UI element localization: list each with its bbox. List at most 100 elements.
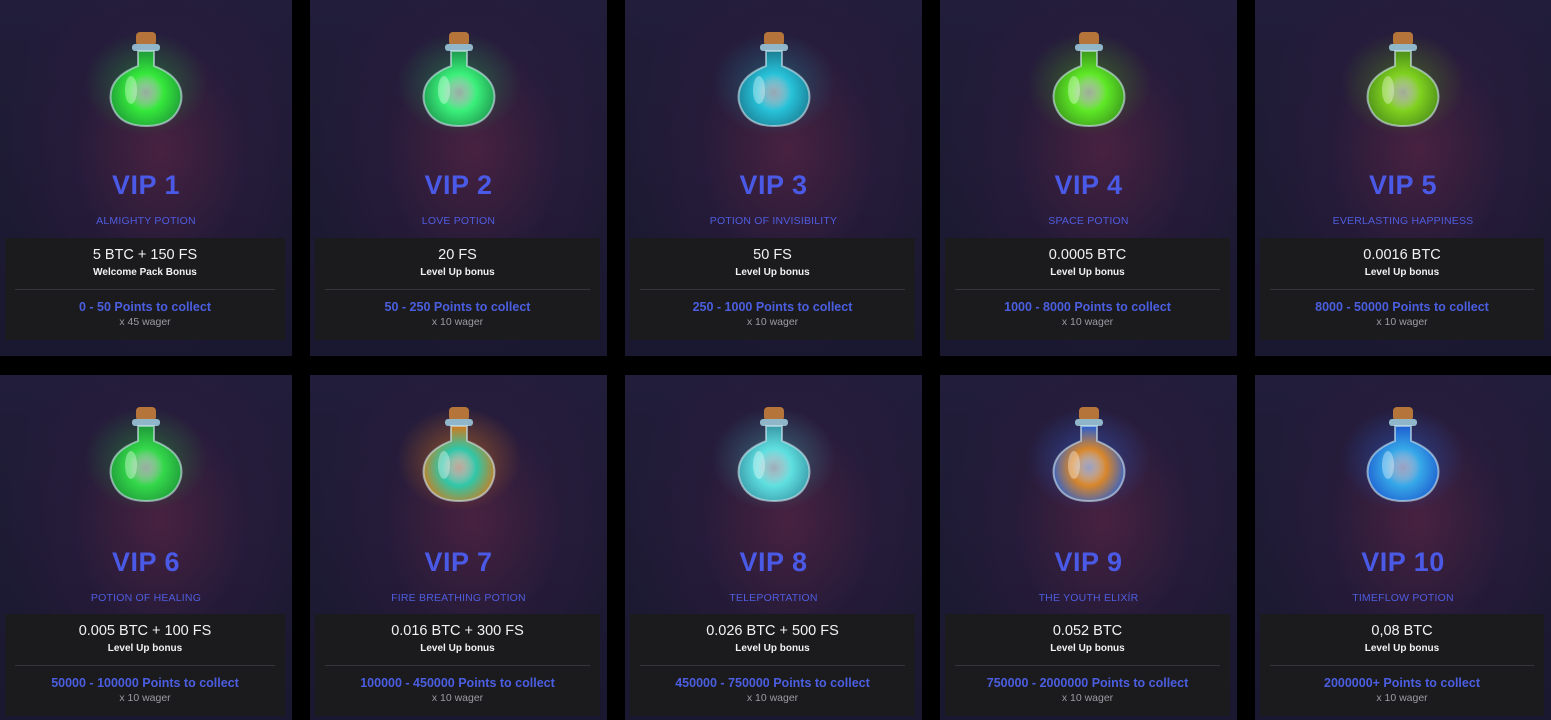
lime-round-potion-icon [1026,32,1151,136]
bonus-amount: 0.026 BTC + 500 FS [706,623,839,639]
lime-round-potion-icon [940,18,1237,138]
bonus-panel: 0.005 BTC + 100 FS Level Up bonus 50000 - … [5,614,285,716]
green-flask-potion-icon [310,18,607,138]
olive-round-potion-icon [1255,18,1551,138]
bonus-type: Level Up bonus [735,267,810,278]
potion-name: POTION OF HEALING [90,592,202,604]
olive-round-potion-icon [1341,32,1465,136]
bonus-amount: 0,08 BTC [1371,623,1433,639]
vip-level-title: VIP 5 [1368,170,1438,200]
points-to-collect: 2000000+ Points to collect [1324,676,1480,690]
bonus-type: Welcome Pack Bonus [93,267,197,278]
divider [640,665,905,666]
vip-level-title: VIP 10 [1361,547,1445,577]
potion-name: FIRE BREATHING POTION [391,592,526,604]
points-to-collect: 50000 - 100000 Points to collect [51,676,239,690]
points-to-collect: 750000 - 2000000 Points to collect [986,676,1189,690]
divider [15,665,275,666]
green-cone-potion-icon [84,407,208,511]
bonus-panel: 0.052 BTC Level Up bonus 750000 - 2000000 … [945,614,1230,716]
vip-card-9[interactable]: VIP 9 THE YOUTH ELIXÍR 0.052 BTC Level Up b… [940,375,1237,720]
divider [1270,289,1534,290]
wager-requirement: x 10 wager [1061,316,1114,328]
points-to-collect: 100000 - 450000 Points to collect [360,676,555,690]
cyan-sack-potion-icon [625,393,922,513]
divider [955,665,1220,666]
blue-golden-potion-icon [1341,407,1465,511]
divider [325,665,590,666]
points-to-collect: 50 - 250 Points to collect [384,300,531,314]
green-cone-potion-icon [0,393,292,513]
bonus-panel: 0,08 BTC Level Up bonus 2000000+ Points to… [1260,614,1544,716]
points-to-collect: 8000 - 50000 Points to collect [1315,300,1489,314]
points-to-collect: 250 - 1000 Points to collect [692,300,853,314]
amber-scroll-potion-icon [940,393,1237,513]
potion-name: TIMEFLOW POTION [1352,592,1454,604]
vip-level-title: VIP 3 [739,170,808,200]
points-to-collect: 1000 - 8000 Points to collect [1004,300,1171,314]
vip-level-title: VIP 4 [1054,170,1123,200]
vip-card-4[interactable]: VIP 4 SPACE POTION 0.0005 BTC Level Up bonu… [940,0,1237,356]
amber-scroll-potion-icon [1026,407,1151,511]
bonus-panel: 0.016 BTC + 300 FS Level Up bonus 100000 -… [315,614,600,716]
teal-pouch-potion-icon [711,32,836,136]
wager-requirement: x 10 wager [746,316,799,328]
green-vial-potion-icon [84,32,208,136]
wager-requirement: x 10 wager [431,316,484,328]
bonus-panel: 5 BTC + 150 FS Welcome Pack Bonus 0 - 50 P… [5,238,285,340]
bonus-type: Level Up bonus [1364,267,1440,278]
green-flask-potion-icon [396,32,521,136]
bonus-amount: 0.052 BTC [1052,623,1123,639]
crystal-fire-potion-icon [310,393,607,513]
potion-name: THE YOUTH ELIXÍR [1038,592,1139,604]
vip-level-title: VIP 2 [424,170,493,200]
bonus-amount: 0.0005 BTC [1048,247,1127,263]
vip-card-2[interactable]: VIP 2 LOVE POTION 20 FS Level Up bonus 50 - … [310,0,607,356]
vip-card-8[interactable]: VIP 8 TELEPORTATION 0.026 BTC + 500 FS Leve… [625,375,922,720]
bonus-type: Level Up bonus [1050,643,1125,654]
vip-card-6[interactable]: VIP 6 POTION OF HEALING 0.005 BTC + 100 FS… [0,375,292,720]
vip-card-7[interactable]: VIP 7 FIRE BREATHING POTION 0.016 BTC + 30… [310,375,607,720]
vip-levels-grid: VIP 1 ALMIGHTY POTION 5 BTC + 150 FS Welcom… [0,0,1551,720]
bonus-panel: 50 FS Level Up bonus 250 - 1000 Points to … [630,238,915,340]
potion-name: EVERLASTING HAPPINESS [1332,215,1474,227]
vip-level-title: VIP 9 [1054,547,1123,577]
vip-card-5[interactable]: VIP 5 EVERLASTING HAPPINESS 0.0016 BTC Leve… [1255,0,1551,356]
potion-name: LOVE POTION [421,215,496,227]
vip-card-3[interactable]: VIP 3 POTION OF INVISIBILITY 50 FS Level Up… [625,0,922,356]
vip-card-1[interactable]: VIP 1 ALMIGHTY POTION 5 BTC + 150 FS Welcom… [0,0,292,356]
bonus-type: Level Up bonus [420,267,495,278]
vip-level-title: VIP 6 [111,547,181,577]
points-to-collect: 450000 - 750000 Points to collect [675,676,870,690]
potion-name: ALMIGHTY POTION [96,215,196,227]
vip-level-title: VIP 7 [424,547,493,577]
divider [640,289,905,290]
wager-requirement: x 10 wager [746,692,799,704]
wager-requirement: x 10 wager [119,692,171,704]
vip-card-10[interactable]: VIP 10 TIMEFLOW POTION 0,08 BTC Level Up bo… [1255,375,1551,720]
wager-requirement: x 45 wager [119,316,171,328]
bonus-amount: 20 FS [438,247,477,263]
teal-pouch-potion-icon [625,18,922,138]
cyan-sack-potion-icon [711,407,836,511]
bonus-panel: 0.0005 BTC Level Up bonus 1000 - 8000 Poin… [945,238,1230,340]
wager-requirement: x 10 wager [1376,692,1428,704]
blue-golden-potion-icon [1255,393,1551,513]
divider [325,289,590,290]
bonus-type: Level Up bonus [107,643,183,654]
wager-requirement: x 10 wager [1376,316,1428,328]
vip-level-title: VIP 1 [111,170,181,200]
potion-name: TELEPORTATION [729,592,818,604]
wager-requirement: x 10 wager [1061,692,1114,704]
vip-level-title: VIP 8 [739,547,808,577]
divider [15,289,275,290]
bonus-amount: 50 FS [753,247,792,263]
green-vial-potion-icon [0,18,292,138]
bonus-panel: 0.0016 BTC Level Up bonus 8000 - 50000 Poi… [1260,238,1544,340]
bonus-type: Level Up bonus [420,643,495,654]
bonus-type: Level Up bonus [1364,643,1440,654]
bonus-type: Level Up bonus [1050,267,1125,278]
bonus-amount: 5 BTC + 150 FS [92,247,198,263]
divider [1270,665,1534,666]
potion-name: POTION OF INVISIBILITY [709,215,838,227]
